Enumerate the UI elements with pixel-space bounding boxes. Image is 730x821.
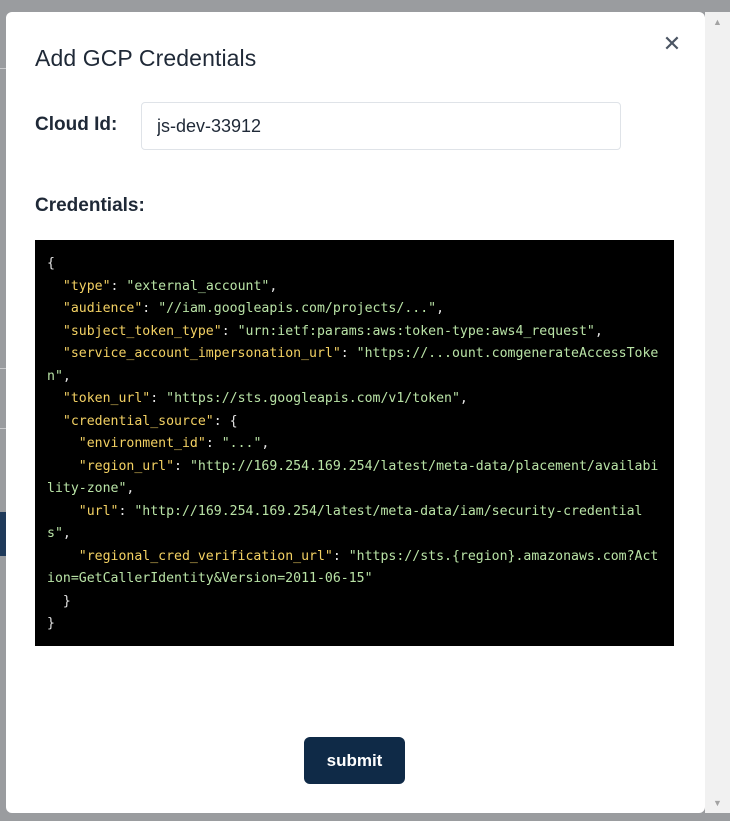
cloud-id-input[interactable] [141,102,621,150]
submit-button[interactable]: submit [304,737,405,784]
add-gcp-credentials-modal: Add GCP Credentials ✕ Cloud Id: Credenti… [6,12,705,813]
json-punctuation [47,459,79,474]
json-string-value: "http://169.254.169.254/latest/meta-data… [47,503,643,542]
scroll-up-arrow-icon[interactable]: ▲ [705,14,730,30]
json-key: "subject_token_type" [62,323,222,339]
json-string-value: "https://sts.googleapis.com/v1/token" [166,391,460,406]
json-punctuation [47,436,79,451]
close-icon[interactable]: ✕ [662,32,682,56]
json-punctuation: , [62,368,71,384]
credentials-json-editor[interactable]: { "type": "external_account", "audience"… [35,240,674,646]
json-punctuation: : { [213,413,238,429]
modal-title: Add GCP Credentials [35,45,257,71]
json-key: "token_url" [62,391,151,406]
cloud-id-label: Cloud Id: [35,114,118,135]
json-punctuation [47,414,63,429]
json-punctuation: , [261,436,270,451]
json-key: "credential_source" [62,413,214,429]
scroll-down-arrow-icon[interactable]: ▼ [705,795,730,811]
json-punctuation: } [47,616,55,631]
json-punctuation: : [332,548,349,564]
json-punctuation: , [594,323,603,339]
json-key: "service_account_impersonation_url" [62,346,341,361]
page-scrollbar[interactable]: ▲ ▼ [705,12,730,813]
json-punctuation: } [47,593,71,609]
json-string-value: "..." [221,436,262,451]
json-punctuation: : [205,436,222,451]
json-punctuation: : [340,346,357,361]
json-punctuation [47,504,79,519]
json-punctuation: : [221,323,238,339]
credentials-label: Credentials: [35,195,145,216]
json-punctuation: : [118,503,135,519]
json-punctuation [47,549,79,564]
json-punctuation [47,279,63,294]
json-key: "audience" [62,301,143,316]
json-punctuation: { [47,256,55,271]
json-punctuation: , [459,391,468,406]
json-string-value: "external_account" [126,278,270,294]
json-punctuation: : [150,391,167,406]
json-key: "url" [78,503,119,519]
json-string-value: "urn:ietf:params:aws:token-type:aws4_req… [237,323,595,339]
json-punctuation: , [126,481,135,496]
json-punctuation [47,324,63,339]
json-key: "environment_id" [78,436,206,451]
json-punctuation [47,391,63,406]
json-punctuation: , [269,278,278,294]
json-string-value: "//iam.googleapis.com/projects/..." [158,301,437,316]
json-key: "region_url" [78,458,175,474]
json-punctuation: , [436,301,445,316]
json-punctuation: : [142,301,159,316]
json-key: "regional_cred_verification_url" [78,548,333,564]
json-punctuation [47,346,63,361]
json-punctuation: : [174,458,190,474]
json-punctuation [47,301,63,316]
json-punctuation: : [110,278,127,294]
json-punctuation: , [62,526,71,541]
json-key: "type" [62,278,111,294]
